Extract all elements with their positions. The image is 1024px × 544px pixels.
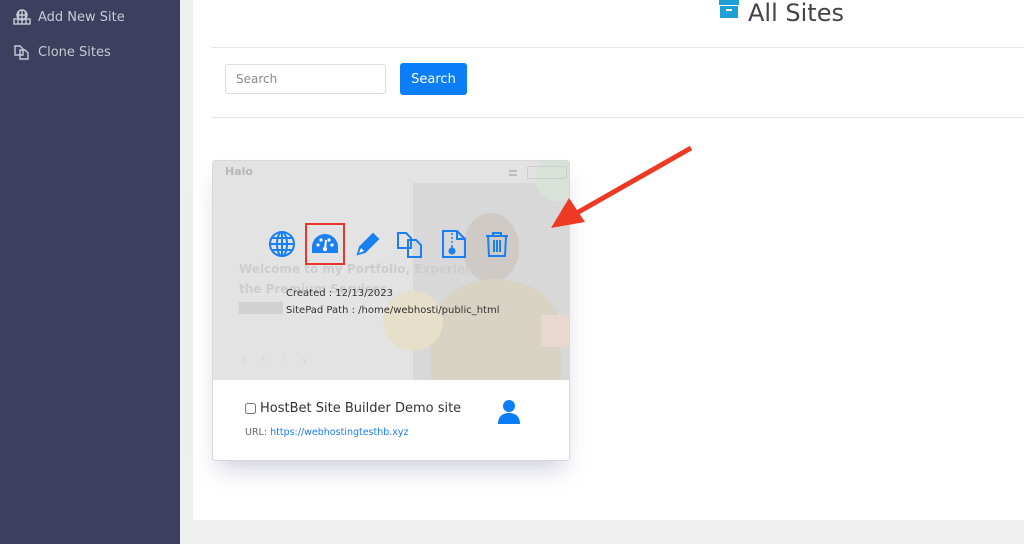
site-meta: Created : 12/13/2023 SitePad Path : /hom… [286,285,500,319]
preview-button [239,302,283,314]
created-date: Created : 12/13/2023 [286,288,393,299]
globe-building-icon [12,8,32,26]
edit-button[interactable] [353,228,383,260]
dashboard-button[interactable] [305,223,345,265]
sidebar: Add New Site Clone Sites [0,0,180,544]
zip-file-icon [442,230,466,258]
site-select-row: HostBet Site Builder Demo site [245,401,461,416]
sidebar-item-label: Add New Site [38,9,125,25]
site-actions [267,223,525,265]
trash-icon [486,232,508,257]
preview-logo: Halo [225,165,253,178]
preview-decoration [541,315,569,347]
site-checkbox[interactable] [245,403,256,414]
sidebar-item-add-new-site[interactable]: Add New Site [12,8,125,26]
search-button[interactable]: Search [400,63,467,95]
pencil-icon [356,232,380,256]
dashboard-gauge-icon [312,234,338,253]
site-name: HostBet Site Builder Demo site [260,401,462,416]
globe-icon [269,231,295,257]
url-label: URL: [245,427,268,438]
preview-menu-icon [509,170,517,176]
search-input[interactable] [225,64,386,94]
archive-box-icon [718,0,740,21]
visit-site-button[interactable] [267,228,297,260]
preview-social-icons: f t i y [243,357,315,364]
main-panel: All Sites Search Halo Welcome to my Port… [193,0,1024,520]
preview-cta [527,166,567,179]
sitepad-path: SitePad Path : /home/webhosti/public_htm… [286,305,500,316]
sidebar-item-clone-sites[interactable]: Clone Sites [12,43,111,61]
clone-button[interactable] [396,228,426,260]
search-divider [211,117,1024,118]
page-title: All Sites [748,0,844,27]
sidebar-item-label: Clone Sites [38,44,111,60]
backup-button[interactable] [439,228,469,260]
site-url-line: URL: https://webhostingtesthb.xyz [245,427,409,438]
page-header: All Sites [718,0,844,26]
clone-icon [12,43,32,61]
user-icon[interactable] [497,399,521,425]
site-url-link[interactable]: https://webhostingtesthb.xyz [270,427,408,438]
delete-button[interactable] [482,228,512,260]
site-card: Halo Welcome to my Portfolio, Experience… [212,160,570,461]
header-divider [211,47,1024,48]
site-preview: Halo Welcome to my Portfolio, Experience… [213,161,569,380]
clone-icon [397,232,422,258]
